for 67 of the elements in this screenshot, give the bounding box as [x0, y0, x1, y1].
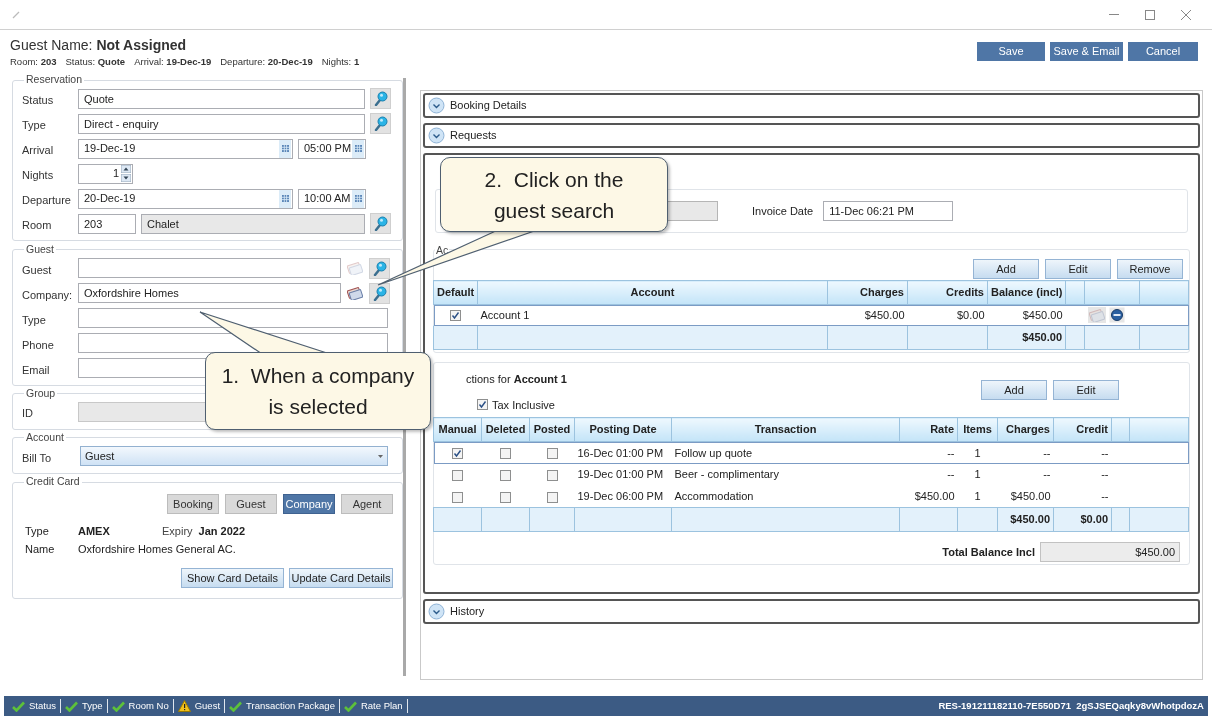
field-label: Phone [22, 337, 55, 353]
status-item: Status [29, 698, 56, 713]
group-title: Guest [25, 242, 55, 257]
group-title: ctions for Account 1 [466, 372, 567, 387]
summary-item: Arrival: 19-Dec-19 [134, 55, 212, 69]
reference-code: RES-191211182110-7E550D71 2gSJSEQaqky8vWhotpdozA [938, 698, 1204, 713]
status-item: Transaction Package [246, 698, 335, 713]
callout-tooltip: 1. When a company is selected [198, 310, 432, 431]
field-label: Total Balance Incl [942, 544, 1035, 560]
table-cell: -- [899, 441, 958, 464]
field-label: Departure [22, 192, 72, 208]
table-cell: $450.00 [987, 304, 1066, 326]
table-cell: $0.00 [907, 304, 988, 326]
field-label: Name [24, 541, 56, 557]
table-cell: -- [1053, 485, 1112, 508]
table-cell: 19-Dec 06:00 PM [574, 485, 672, 508]
table-cell: -- [1053, 463, 1112, 486]
group-title: Reservation [25, 72, 84, 88]
table-cell: -- [997, 463, 1054, 486]
table-cell: $450.00 [997, 485, 1054, 508]
field-value: Jan 2022 [198, 523, 246, 539]
field-label: Status [22, 92, 55, 108]
status-item: Room No [128, 698, 169, 713]
summary-item: Status: Quote [65, 55, 126, 69]
summary-item: Nights: 1 [321, 55, 360, 69]
table-cell: -- [997, 441, 1054, 464]
status-item: Type [81, 698, 103, 713]
field-label: Type [24, 523, 50, 539]
status-item: Guest [194, 698, 221, 713]
summary-item: Room: 203 [10, 55, 57, 69]
table-cell: 1 [957, 441, 998, 464]
field-label: Bill To [22, 450, 53, 466]
checkbox-label: Tax Inclusive [492, 397, 555, 413]
guest-name: Guest Name: Not Assigned [10, 36, 188, 54]
table-cell: 19-Dec 01:00 PM [574, 463, 672, 486]
table-cell: 16-Dec 01:00 PM [574, 441, 672, 464]
table-cell: $450.00 [899, 485, 958, 508]
status-item: Rate Plan [360, 698, 403, 713]
table-cell: -- [899, 463, 958, 486]
table-cell: Follow up quote [671, 441, 900, 464]
total-cell: $0.00 [1053, 507, 1112, 532]
table-cell: Account 1 [477, 304, 828, 326]
field-label: Nights [22, 167, 55, 183]
table-cell: Beer - complimentary [671, 463, 900, 486]
table-cell: $450.00 [827, 304, 908, 326]
field-label: Arrival [22, 142, 55, 158]
field-label: Invoice Date [752, 203, 814, 219]
total-cell: $450.00 [997, 507, 1054, 532]
field-label: Company: [22, 287, 73, 303]
field-label: Room [22, 217, 53, 233]
field-label: Type [22, 117, 47, 133]
field-label: Email [22, 362, 51, 378]
group-title: Account [25, 429, 65, 445]
total-field: $450.00 [1040, 542, 1180, 562]
group-title: Credit Card [25, 474, 81, 490]
group-title: Group [25, 385, 57, 401]
table-cell: 1 [957, 485, 998, 508]
field-label: Guest [22, 262, 53, 278]
table-cell: 1 [957, 463, 998, 486]
field-value: AMEX [78, 523, 111, 539]
summary-item: Departure: 20-Dec-19 [220, 55, 313, 69]
field-label: Expiry [162, 523, 193, 539]
field-label: Type [22, 312, 47, 328]
field-value: Oxfordshire Homes General AC. [78, 541, 236, 557]
table-cell: Accommodation [671, 485, 900, 508]
field-label: ID [22, 406, 34, 422]
table-cell: -- [1053, 441, 1112, 464]
